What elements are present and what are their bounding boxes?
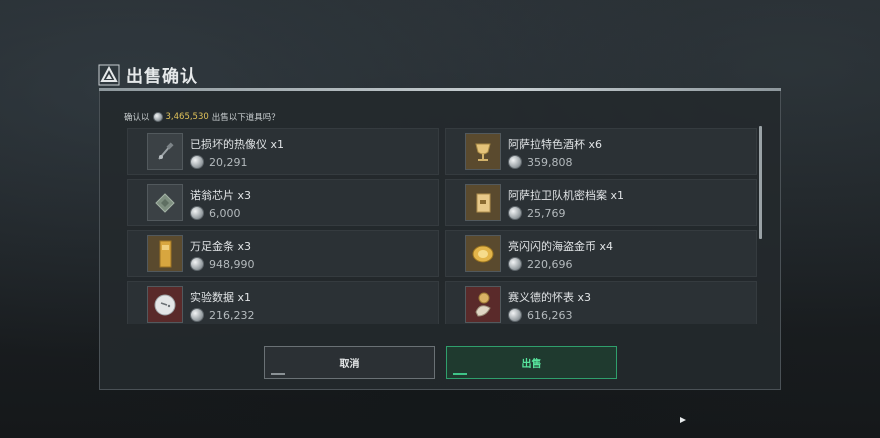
item-price-value: 948,990 <box>209 257 255 271</box>
currency-coin-icon <box>190 155 204 169</box>
item-price-value: 6,000 <box>209 206 241 220</box>
item-price: 359,808 <box>508 155 573 169</box>
confirm-prefix: 确认以 <box>124 113 150 123</box>
dialog-title-bar: 出售确认 <box>98 62 198 87</box>
item-card: 实验数据 x1 216,232 <box>127 281 439 324</box>
dossier-icon <box>476 193 491 212</box>
confirm-amount: 3,465,530 <box>165 112 209 122</box>
item-card: 阿萨拉特色酒杯 x6 359,808 <box>445 128 757 175</box>
item-price: 20,291 <box>190 155 248 169</box>
item-thumbnail <box>465 133 501 170</box>
currency-coin-icon <box>190 206 204 220</box>
item-price-value: 20,291 <box>209 155 248 169</box>
item-card: 亮闪闪的海盗金币 x4 220,696 <box>445 230 757 277</box>
item-price-value: 216,232 <box>209 308 255 322</box>
item-name: 万足金条 x3 <box>190 240 252 253</box>
item-price: 6,000 <box>190 206 241 220</box>
item-name: 阿萨拉卫队机密档案 x1 <box>508 189 625 202</box>
item-price-value: 616,263 <box>527 308 573 322</box>
gold-coin-icon <box>472 245 494 262</box>
confirm-message: 确认以 3,465,530 出售以下道具吗？ <box>124 111 280 123</box>
confirm-suffix: 出售以下道具吗？ <box>211 113 280 123</box>
item-card: 万足金条 x3 948,990 <box>127 230 439 277</box>
goblet-icon <box>475 143 491 161</box>
item-row: 万足金条 x3 948,990 亮闪闪的海盗金币 x4 220,696 <box>127 230 757 277</box>
item-price: 216,232 <box>190 308 255 322</box>
currency-coin-icon <box>190 308 204 322</box>
currency-coin-icon <box>508 155 522 169</box>
item-price-value: 25,769 <box>527 206 566 220</box>
item-name: 已损坏的热像仪 x1 <box>190 138 285 151</box>
data-disc-icon <box>154 294 176 315</box>
dialog-title: 出售确认 <box>126 67 198 87</box>
cancel-button-label: 取消 <box>339 359 360 370</box>
item-thumbnail <box>147 235 183 272</box>
item-card: 赛义德的怀表 x3 616,263 <box>445 281 757 324</box>
delta-logo-icon <box>98 64 120 85</box>
pocket-watch-icon <box>475 292 491 317</box>
button-corner-mark <box>453 373 467 375</box>
item-row: 诺翁芯片 x3 6,000 阿萨拉卫队机密档案 x1 25,769 <box>127 179 757 226</box>
thermal-imager-icon <box>158 141 174 160</box>
item-card: 阿萨拉卫队机密档案 x1 25,769 <box>445 179 757 226</box>
item-list[interactable]: 已损坏的热像仪 x1 20,291 阿萨拉特色酒杯 x6 359,808 诺翁芯… <box>127 128 757 324</box>
item-thumbnail <box>465 286 501 323</box>
mouse-cursor-icon <box>680 417 686 423</box>
currency-coin-icon <box>508 257 522 271</box>
item-price: 25,769 <box>508 206 566 220</box>
item-row: 已损坏的热像仪 x1 20,291 阿萨拉特色酒杯 x6 359,808 <box>127 128 757 175</box>
item-name: 诺翁芯片 x3 <box>190 189 252 202</box>
currency-coin-icon <box>508 206 522 220</box>
sell-button[interactable]: 出售 <box>446 346 617 379</box>
item-row: 实验数据 x1 216,232 赛义德的怀表 x3 616,263 <box>127 281 757 324</box>
item-thumbnail <box>465 235 501 272</box>
item-price: 948,990 <box>190 257 255 271</box>
item-price-value: 359,808 <box>527 155 573 169</box>
item-thumbnail <box>147 184 183 221</box>
item-name: 阿萨拉特色酒杯 x6 <box>508 138 603 151</box>
gold-bar-icon <box>159 240 172 267</box>
currency-coin-icon <box>508 308 522 322</box>
currency-coin-icon <box>190 257 204 271</box>
dialog-top-divider <box>99 88 781 91</box>
item-thumbnail <box>147 286 183 323</box>
item-thumbnail <box>465 184 501 221</box>
item-name: 赛义德的怀表 x3 <box>508 291 592 304</box>
item-name: 亮闪闪的海盗金币 x4 <box>508 240 614 253</box>
chip-icon <box>155 192 175 213</box>
cancel-button[interactable]: 取消 <box>264 346 435 379</box>
item-card: 诺翁芯片 x3 6,000 <box>127 179 439 226</box>
button-corner-mark <box>271 373 285 375</box>
item-price: 616,263 <box>508 308 573 322</box>
item-thumbnail <box>147 133 183 170</box>
item-price-value: 220,696 <box>527 257 573 271</box>
item-price: 220,696 <box>508 257 573 271</box>
currency-coin-icon <box>152 112 163 122</box>
list-scrollbar[interactable] <box>759 126 762 239</box>
item-name: 实验数据 x1 <box>190 291 252 304</box>
sell-button-label: 出售 <box>521 359 542 370</box>
item-card: 已损坏的热像仪 x1 20,291 <box>127 128 439 175</box>
